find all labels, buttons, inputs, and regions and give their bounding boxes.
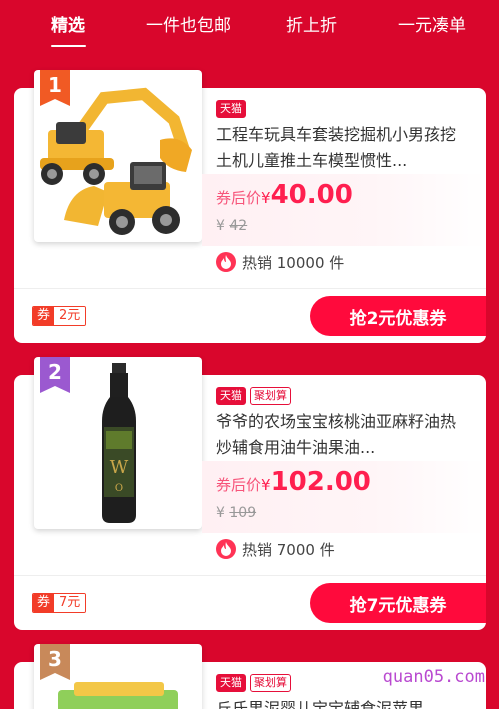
platform-badges: 天猫: [216, 100, 246, 118]
platform-badges: 天猫 聚划算: [216, 674, 291, 692]
coupon-tag: 券 2元: [32, 306, 87, 326]
product-image[interactable]: W O 2: [34, 357, 202, 529]
divider: [14, 288, 486, 289]
original-price: ¥ 42: [216, 218, 248, 234]
svg-text:W: W: [110, 457, 129, 478]
juhuasuan-badge: 聚划算: [250, 387, 291, 405]
original-price: ¥ 109: [216, 505, 257, 521]
fire-icon: [216, 252, 236, 272]
product-image[interactable]: 3: [34, 644, 202, 709]
tmall-badge: 天猫: [216, 100, 246, 118]
product-title[interactable]: 丘氏果泥婴儿宝宝辅食泥苹果...: [216, 696, 466, 709]
coupon-price: 40.00: [270, 180, 353, 210]
coupon-amount: 7元: [54, 594, 86, 612]
top-tab-bar: 精选 一件也包邮 折上折 一元凑单: [0, 0, 499, 56]
active-tab-indicator: [51, 45, 86, 47]
product-image[interactable]: 1: [34, 70, 202, 242]
product-card[interactable]: 1 天猫 工程车玩具车套装挖掘机小男孩挖土机儿童推土车模型惯性... 券后价¥4…: [14, 70, 486, 343]
price-label: 券后价: [216, 189, 262, 207]
coupon-price: 102.00: [270, 467, 371, 497]
currency-symbol: ¥: [261, 189, 271, 207]
rank-badge: 2: [40, 357, 70, 393]
currency-symbol: ¥: [261, 476, 271, 494]
product-title[interactable]: 工程车玩具车套装挖掘机小男孩挖土机儿童推土车模型惯性...: [216, 122, 466, 174]
product-card[interactable]: W O 2 天猫 聚划算 爷爷的农场宝宝核桃油亚麻籽油热炒辅食用油牛油果油...…: [14, 357, 486, 630]
tab-featured[interactable]: 精选: [51, 14, 85, 38]
price-block: 券后价¥102.00 ¥ 109: [202, 461, 486, 533]
watermark: quan05.com: [382, 667, 485, 687]
tmall-badge: 天猫: [216, 674, 246, 692]
coupon-prefix: 券: [33, 307, 55, 325]
tmall-badge: 天猫: [216, 387, 246, 405]
rank-badge: 3: [40, 644, 70, 680]
juhuasuan-badge: 聚划算: [250, 674, 291, 692]
claim-coupon-button[interactable]: 抢7元优惠券: [310, 583, 486, 623]
claim-coupon-button[interactable]: 抢2元优惠券: [310, 296, 486, 336]
sales-info: 热销 10000 件: [216, 250, 344, 274]
sales-info: 热销 7000 件: [216, 537, 335, 561]
divider: [14, 575, 486, 576]
fire-icon: [216, 539, 236, 559]
svg-text:O: O: [115, 483, 123, 494]
coupon-tag: 券 7元: [32, 593, 87, 613]
coupon-prefix: 券: [33, 594, 55, 612]
tab-free-shipping[interactable]: 一件也包邮: [146, 14, 231, 38]
sales-count: 热销 10000 件: [242, 253, 345, 272]
price-block: 券后价¥40.00 ¥ 42: [202, 174, 486, 246]
coupon-amount: 2元: [54, 307, 86, 325]
product-title[interactable]: 爷爷的农场宝宝核桃油亚麻籽油热炒辅食用油牛油果油...: [216, 409, 466, 461]
platform-badges: 天猫 聚划算: [216, 387, 291, 405]
tab-one-yuan[interactable]: 一元凑单: [398, 14, 466, 38]
price-label: 券后价: [216, 476, 262, 494]
tab-extra-discount[interactable]: 折上折: [286, 14, 337, 38]
rank-badge: 1: [40, 70, 70, 106]
sales-count: 热销 7000 件: [242, 540, 335, 559]
